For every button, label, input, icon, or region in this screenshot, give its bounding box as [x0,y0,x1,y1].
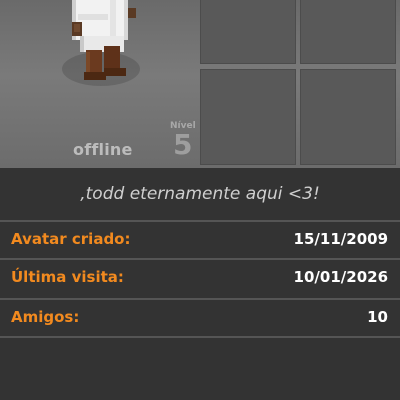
badge-slot-3[interactable] [200,69,296,165]
avatar[interactable] [64,0,144,90]
friends-label: Amigos: [11,308,80,326]
badge-slot-4[interactable] [300,69,396,165]
divider [0,336,400,338]
profile-motto: ,todd eternamente aqui <3! [80,184,320,204]
created-value: 15/11/2009 [293,230,388,248]
level-value: 5 [173,128,193,161]
badge-slot-2[interactable] [300,0,396,64]
info-row-friends[interactable]: Amigos: 10 [0,298,400,334]
last-visit-label: Última visita: [11,268,124,286]
info-row-last-visit: Última visita: 10/01/2026 [0,258,400,294]
last-visit-value: 10/01/2026 [293,268,388,286]
profile-header: offline Nível 5 [0,0,400,168]
created-label: Avatar criado: [11,230,131,248]
online-status: offline [73,140,133,159]
avatar-area: offline [0,0,200,168]
friends-count: 10 [367,308,388,326]
info-row-created: Avatar criado: 15/11/2009 [0,220,400,256]
badge-slot-1[interactable] [200,0,296,64]
